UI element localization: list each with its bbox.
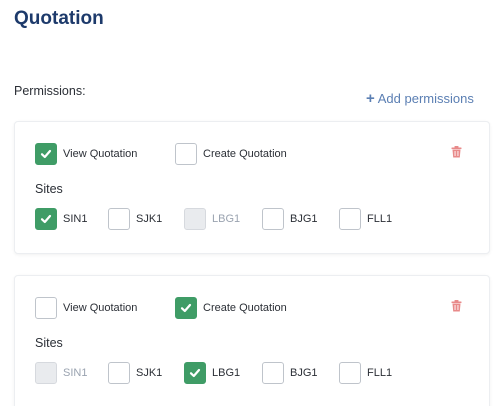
trash-icon[interactable]: [451, 300, 462, 312]
checkbox-label: View Quotation: [63, 302, 138, 314]
checkbox-box: [184, 208, 206, 230]
checkbox-label: FLL1: [367, 213, 393, 225]
checkbox-label: Create Quotation: [203, 148, 287, 160]
checkbox-label: BJG1: [290, 367, 318, 379]
check-icon: [40, 214, 52, 224]
checkbox-box[interactable]: [184, 362, 206, 384]
trash-icon[interactable]: [451, 146, 462, 158]
site-checkbox-sjk1[interactable]: SJK1: [108, 362, 162, 384]
check-icon: [40, 149, 52, 159]
checkbox-label: LBG1: [212, 213, 241, 225]
page-title: Quotation: [14, 8, 104, 29]
site-checkbox-sin1[interactable]: SIN1: [35, 208, 87, 230]
site-checkbox-bjg1[interactable]: BJG1: [262, 208, 318, 230]
checkbox-label: SJK1: [136, 213, 163, 225]
checkbox-box[interactable]: [35, 143, 57, 165]
site-checkbox-sin1: SIN1: [35, 362, 87, 384]
checkbox-label: SIN1: [63, 367, 88, 379]
checkbox-box[interactable]: [175, 143, 197, 165]
site-checkbox-lbg1[interactable]: LBG1: [184, 362, 240, 384]
site-checkbox-lbg1: LBG1: [184, 208, 240, 230]
checkbox-box[interactable]: [175, 297, 197, 319]
checkbox-box[interactable]: [339, 362, 361, 384]
site-checkbox-fll1[interactable]: FLL1: [339, 208, 392, 230]
checkbox-box[interactable]: [108, 208, 130, 230]
permissions-label: Permissions:: [14, 84, 86, 98]
checkbox-box[interactable]: [339, 208, 361, 230]
view-quotation-checkbox[interactable]: View Quotation: [35, 297, 137, 319]
site-checkbox-sjk1[interactable]: SJK1: [108, 208, 162, 230]
checkbox-label: LBG1: [212, 367, 241, 379]
view-quotation-checkbox[interactable]: View Quotation: [35, 143, 137, 165]
checkbox-label: SIN1: [63, 213, 88, 225]
check-icon: [180, 303, 192, 313]
create-quotation-checkbox[interactable]: Create Quotation: [175, 297, 287, 319]
checkbox-label: View Quotation: [63, 148, 138, 160]
checkbox-label: SJK1: [136, 367, 163, 379]
plus-icon: +: [366, 90, 375, 107]
add-permissions-button[interactable]: + Add permissions: [366, 91, 474, 106]
checkbox-box[interactable]: [262, 208, 284, 230]
checkbox-box[interactable]: [108, 362, 130, 384]
check-icon: [189, 368, 201, 378]
site-checkbox-fll1[interactable]: FLL1: [339, 362, 392, 384]
checkbox-label: BJG1: [290, 213, 318, 225]
sites-label: Sites: [35, 182, 63, 196]
checkbox-box[interactable]: [35, 208, 57, 230]
checkbox-box: [35, 362, 57, 384]
create-quotation-checkbox[interactable]: Create Quotation: [175, 143, 287, 165]
add-permissions-label: Add permissions: [377, 91, 474, 106]
checkbox-label: Create Quotation: [203, 302, 287, 314]
site-checkbox-bjg1[interactable]: BJG1: [262, 362, 318, 384]
checkbox-box[interactable]: [35, 297, 57, 319]
checkbox-box[interactable]: [262, 362, 284, 384]
permission-card: View Quotation Create Quotation Sites SI…: [14, 275, 490, 406]
sites-label: Sites: [35, 336, 63, 350]
checkbox-label: FLL1: [367, 367, 393, 379]
permission-card: View Quotation Create Quotation Sites SI…: [14, 121, 490, 254]
